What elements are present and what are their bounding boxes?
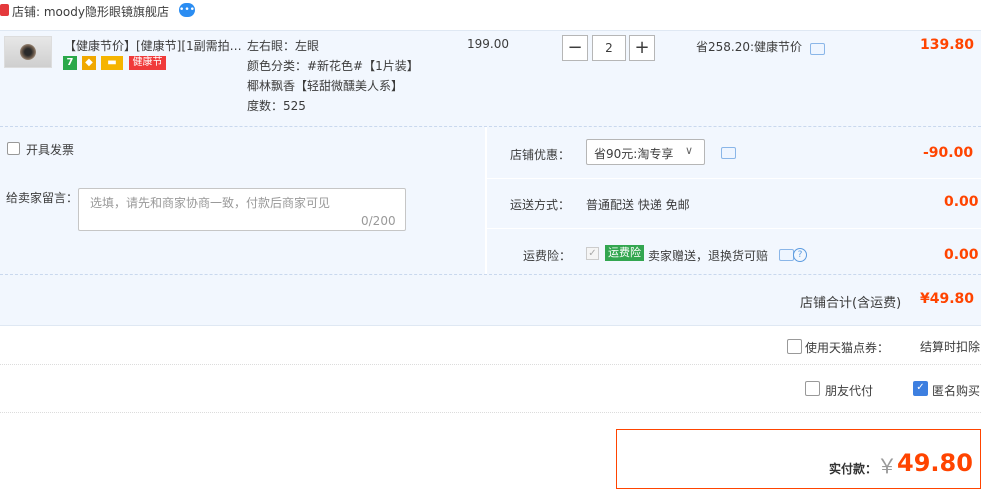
quantity-input[interactable]: 2 — [592, 35, 626, 61]
message-char-count: 0/200 — [361, 214, 396, 228]
chat-icon[interactable] — [779, 249, 794, 261]
shop-header: 店铺: moody隐形眼镜旗舰店 ••• — [0, 0, 1005, 24]
shield-icon: ◆ — [82, 56, 96, 70]
divider — [0, 412, 981, 413]
pay-amount: 49.80 — [897, 449, 973, 477]
friend-pay-label: 朋友代付 — [825, 384, 874, 398]
divider — [487, 178, 981, 179]
product-thumbnail[interactable] — [4, 36, 52, 68]
shop-name[interactable]: 店铺: moody隐形眼镜旗舰店 — [12, 3, 169, 20]
shop-total-value: ¥49.80 — [920, 291, 975, 307]
chat-icon[interactable] — [810, 43, 825, 55]
spec-series: 椰林飘香【轻甜微醺美人系】 — [247, 79, 404, 93]
pay-currency: ￥ — [877, 454, 897, 478]
shop-discount-value: 省90元:淘专享 — [594, 147, 674, 161]
quantity-decrease-button[interactable]: − — [562, 35, 588, 61]
shipping-label: 运送方式： — [510, 198, 571, 212]
saving-text: 省258.20:健康节价 — [696, 40, 803, 54]
discount-amount: -90.00 — [923, 145, 974, 161]
message-placeholder: 选填，请先和商家协商一致，付款后商家可见 — [90, 196, 331, 210]
message-label: 给卖家留言： — [6, 191, 79, 205]
shipping-value: 普通配送 快递 免邮 — [586, 198, 690, 212]
pay-label: 实付款： — [829, 462, 878, 476]
shop-total-label: 店铺合计(含运费) — [800, 296, 902, 311]
divider — [485, 127, 487, 274]
insurance-checkbox[interactable]: ✓ — [586, 247, 599, 260]
shop-discount-label: 店铺优惠： — [510, 148, 571, 162]
seven-day-return-icon: 7 — [63, 56, 77, 70]
card-icon: ▬ — [101, 56, 123, 70]
spec-eye: 左右眼：左眼 — [247, 39, 320, 53]
anonymous-checkbox[interactable]: ✓ — [913, 381, 928, 396]
spec-color: 颜色分类：#新花色#【1片装】 — [247, 59, 419, 73]
health-festival-badge: 健康节 — [129, 56, 166, 70]
invoice-label: 开具发票 — [26, 143, 75, 157]
tmall-points-value: 结算时扣除 — [920, 340, 981, 354]
invoice-checkbox[interactable] — [7, 142, 20, 155]
unit-price: 199.00 — [467, 37, 509, 51]
chat-icon[interactable] — [721, 147, 736, 159]
divider — [0, 364, 981, 365]
anonymous-label: 匿名购买 — [932, 384, 981, 398]
chat-icon[interactable]: ••• — [179, 3, 195, 17]
insurance-label: 运费险： — [523, 249, 572, 263]
insurance-badge: 运费险 — [605, 245, 644, 261]
shop-icon — [0, 4, 9, 16]
chevron-down-icon: ∨ — [685, 144, 694, 157]
divider — [487, 228, 981, 229]
tmall-points-label: 使用天猫点券： — [805, 341, 890, 355]
insurance-amount: 0.00 — [944, 247, 979, 263]
tmall-points-checkbox[interactable] — [787, 339, 802, 354]
product-title[interactable]: 【健康节价】[健康节][1副需拍… — [64, 37, 242, 54]
insurance-text: 卖家赠送，退换货可赔 — [648, 249, 769, 263]
friend-pay-checkbox[interactable] — [805, 381, 820, 396]
item-subtotal: 139.80 — [920, 37, 975, 53]
shipping-amount: 0.00 — [944, 194, 979, 210]
spec-power: 度数：525 — [247, 99, 306, 113]
help-icon[interactable]: ? — [793, 248, 807, 262]
quantity-increase-button[interactable]: + — [629, 35, 655, 61]
